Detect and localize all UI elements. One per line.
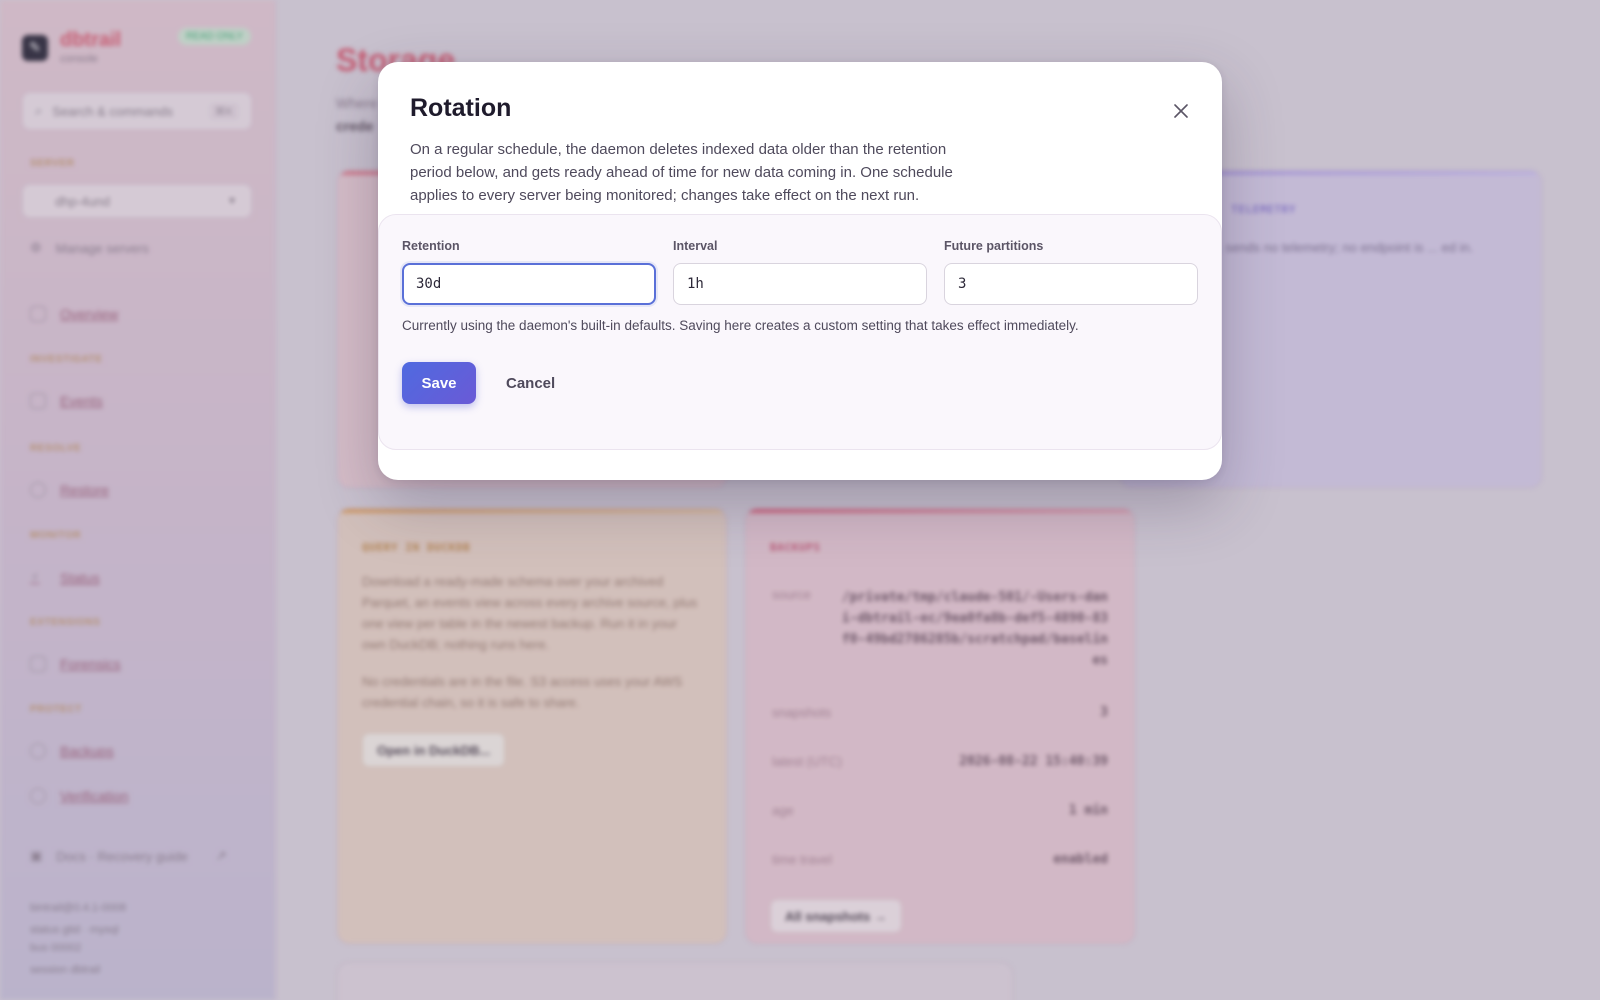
future-partitions-field: Future partitions	[944, 239, 1198, 305]
retention-input[interactable]	[402, 263, 656, 305]
dialog-description: On a regular schedule, the daemon delete…	[410, 141, 953, 204]
interval-input[interactable]	[673, 263, 927, 305]
rotation-form: Retention Interval Future partitions Cur…	[378, 214, 1222, 450]
retention-label: Retention	[402, 239, 460, 253]
dialog-title: Rotation	[410, 94, 512, 122]
future-partitions-label: Future partitions	[944, 239, 1044, 253]
rotation-dialog: Rotation On a regular schedule, the daem…	[378, 62, 1222, 480]
future-partitions-input[interactable]	[944, 263, 1198, 305]
cancel-button[interactable]: Cancel	[490, 362, 571, 404]
interval-label: Interval	[673, 239, 718, 253]
close-button[interactable]	[1168, 98, 1194, 124]
defaults-hint: Currently using the daemon's built-in de…	[402, 318, 1079, 333]
retention-field: Retention	[402, 239, 656, 305]
interval-field: Interval	[673, 239, 927, 305]
close-icon	[1174, 104, 1188, 118]
save-button[interactable]: Save	[402, 362, 476, 404]
